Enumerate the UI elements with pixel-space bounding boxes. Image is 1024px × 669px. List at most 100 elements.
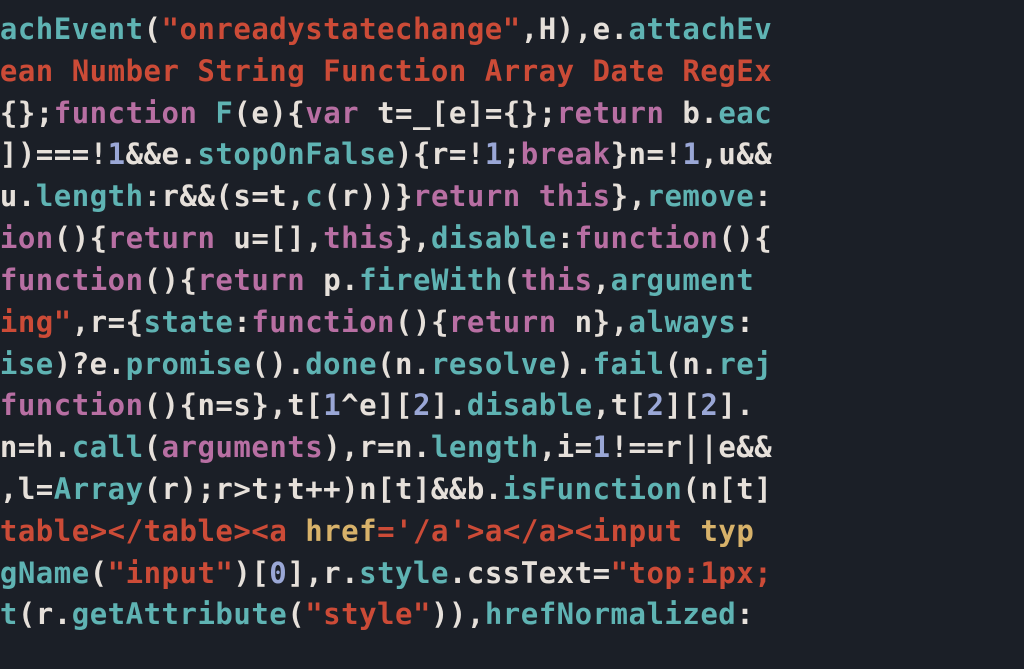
code-line: ?o=u.length:r&&(s=t,c(r))}return this},r… <box>0 179 772 213</box>
code-token: romise <box>0 347 54 381</box>
code-token: attachEvent <box>0 12 144 46</box>
code-token <box>682 514 700 548</box>
code-token: (r. <box>18 597 72 631</box>
code-token: ,r={ <box>72 305 144 339</box>
code-token: arguments <box>162 430 324 464</box>
code-token: length <box>431 430 539 464</box>
code-token: }, <box>395 221 431 255</box>
code-token: (n[t] <box>682 472 772 506</box>
code-token: !==r||e&& <box>611 430 773 464</box>
code-token: always <box>629 305 737 339</box>
code-token: ( <box>144 12 162 46</box>
code-token: :r&&(s=t, <box>144 179 306 213</box>
code-token: ][ <box>664 388 700 422</box>
code-token: done <box>305 347 377 381</box>
code-token: ,n=h. <box>0 430 72 464</box>
code-token: return <box>413 179 521 213</box>
code-token: (). <box>251 347 305 381</box>
code-token: getAttribute <box>72 597 288 631</box>
code-token: (e){ <box>233 96 305 130</box>
code-token: oolean Number String Function Array Date… <box>0 54 772 88</box>
code-token <box>521 179 539 213</box>
code-token: 2 <box>647 388 665 422</box>
code-token: (){ <box>395 305 449 339</box>
code-token: function <box>0 263 144 297</box>
code-token: return <box>557 96 665 130</box>
code-token: ]. <box>718 388 754 422</box>
code-token: ,i= <box>539 430 593 464</box>
code-token: nction <box>0 221 54 255</box>
code-line: yTagName("input")[0],r.style.cssText="to… <box>0 556 772 590</box>
code-token: argument <box>611 263 755 297</box>
code-token: function <box>0 388 144 422</box>
code-line: =0,n=h.call(arguments),r=n.length,i=1!==… <box>0 430 772 464</box>
code-token: a <box>539 514 557 548</box>
code-token: >< <box>233 514 269 548</box>
code-token: 2 <box>413 388 431 422</box>
code-token: n}, <box>557 305 629 339</box>
code-token <box>287 514 305 548</box>
code-token: ( <box>90 556 108 590</box>
code-line: re:function(){return p.fireWith(this,arg… <box>0 263 754 297</box>
code-token: ). <box>557 347 593 381</box>
code-token: ^e][ <box>341 388 413 422</box>
code-token: (){ <box>54 221 108 255</box>
code-token: ></ <box>90 514 144 548</box>
code-token: function <box>54 96 198 130</box>
code-token: (r))} <box>323 179 413 213</box>
code-token: ,H),e. <box>521 12 629 46</box>
code-token: 2 <box>700 388 718 422</box>
code-token: ; <box>503 137 521 171</box>
code-token: table <box>144 514 234 548</box>
code-token: t=_[e]={}; <box>359 96 557 130</box>
code-token: resolve <box>431 347 557 381</box>
code-token: "style" <box>305 597 431 631</box>
code-block: attachEvent("onreadystatechange",H),e.at… <box>0 9 772 636</box>
code-token: : <box>736 597 754 631</box>
code-token: Array <box>54 472 144 506</box>
code-line: (r),l=Array(r);r>t;t++)n[t]&&b.isFunctio… <box>0 472 772 506</box>
code-token: "top:1px; <box>611 556 773 590</box>
code-token: ){r=! <box>395 137 485 171</box>
code-token: break <box>521 137 611 171</box>
code-line: dd(function(){n=s},t[1^e][2].disable,t[2… <box>0 388 754 422</box>
code-token: ( <box>503 263 521 297</box>
code-token: yTagName <box>0 556 90 590</box>
code-token: style <box>359 556 449 590</box>
code-token: remove <box>647 179 755 213</box>
code-token: "input" <box>108 556 234 590</box>
code-token: ending" <box>0 305 72 339</box>
code-token <box>197 96 215 130</box>
code-token: }, <box>611 179 647 213</box>
code-token: fail <box>593 347 665 381</box>
code-token: u=[], <box>215 221 323 255</box>
code-token: )), <box>431 597 485 631</box>
code-token: </ <box>503 514 539 548</box>
code-line: test(r.getAttribute("style")),hrefNormal… <box>0 597 754 631</box>
code-token: ,u&& <box>700 137 772 171</box>
code-token: stopOnFalse <box>197 137 395 171</box>
code-line: t[1])===!1&&e.stopOnFalse){r=!1;break}n=… <box>0 137 772 171</box>
code-token: disable <box>431 221 557 255</box>
code-token: length <box>36 179 144 213</box>
code-token: ],r. <box>287 556 359 590</box>
code-token: typ <box>700 514 754 548</box>
code-token: b. <box>664 96 718 130</box>
code-token: _={}; <box>0 96 54 130</box>
code-token: ='/ <box>377 514 431 548</box>
code-token: function <box>575 221 719 255</box>
code-token: 1 <box>108 137 126 171</box>
code-token: this <box>539 179 611 213</box>
code-token: &&e. <box>126 137 198 171</box>
code-line: _={};function F(e){var t=_[e]={};return … <box>0 96 772 130</box>
code-token: (r),l= <box>0 472 54 506</box>
code-token: )?e. <box>54 347 126 381</box>
code-token: table <box>0 514 90 548</box>
code-token: ( <box>144 430 162 464</box>
code-token: ),r=n. <box>323 430 431 464</box>
code-token: >< <box>557 514 593 548</box>
code-token: ])===! <box>0 137 108 171</box>
code-token: var <box>305 96 359 130</box>
code-token: return <box>108 221 216 255</box>
code-token: isFunction <box>503 472 683 506</box>
